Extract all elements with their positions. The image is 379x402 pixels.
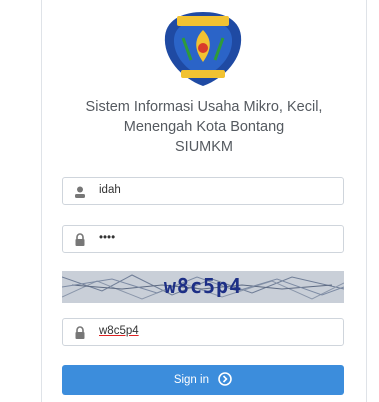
arrow-right-circle-icon bbox=[218, 372, 232, 386]
login-panel: Sistem Informasi Usaha Mikro, Kecil, Men… bbox=[41, 0, 367, 402]
sign-in-button[interactable]: Sign in bbox=[62, 365, 344, 395]
app-title-line-1: Sistem Informasi Usaha Mikro, Kecil, bbox=[85, 99, 323, 115]
captcha-value: w8c5p4 bbox=[99, 325, 139, 337]
kota-bontang-logo bbox=[164, 12, 242, 86]
sign-in-label: Sign in bbox=[173, 374, 209, 386]
lock-icon bbox=[75, 233, 85, 246]
app-title-line-2: Menengah Kota Bontang bbox=[123, 119, 285, 135]
captcha-text: w8c5p4 bbox=[163, 274, 243, 298]
username-field[interactable]: idah bbox=[62, 177, 344, 205]
username-value: idah bbox=[99, 184, 121, 196]
app-title-line-3: SIUMKM bbox=[175, 139, 233, 155]
user-icon bbox=[75, 186, 85, 198]
captcha-input[interactable]: w8c5p4 bbox=[62, 318, 344, 346]
password-field[interactable]: •••• bbox=[62, 225, 344, 253]
lock-icon bbox=[75, 326, 85, 339]
app-title: Sistem Informasi Usaha Mikro, Kecil, Men… bbox=[42, 97, 366, 157]
captcha-image: w8c5p4 bbox=[62, 271, 344, 303]
password-value: •••• bbox=[99, 232, 116, 244]
